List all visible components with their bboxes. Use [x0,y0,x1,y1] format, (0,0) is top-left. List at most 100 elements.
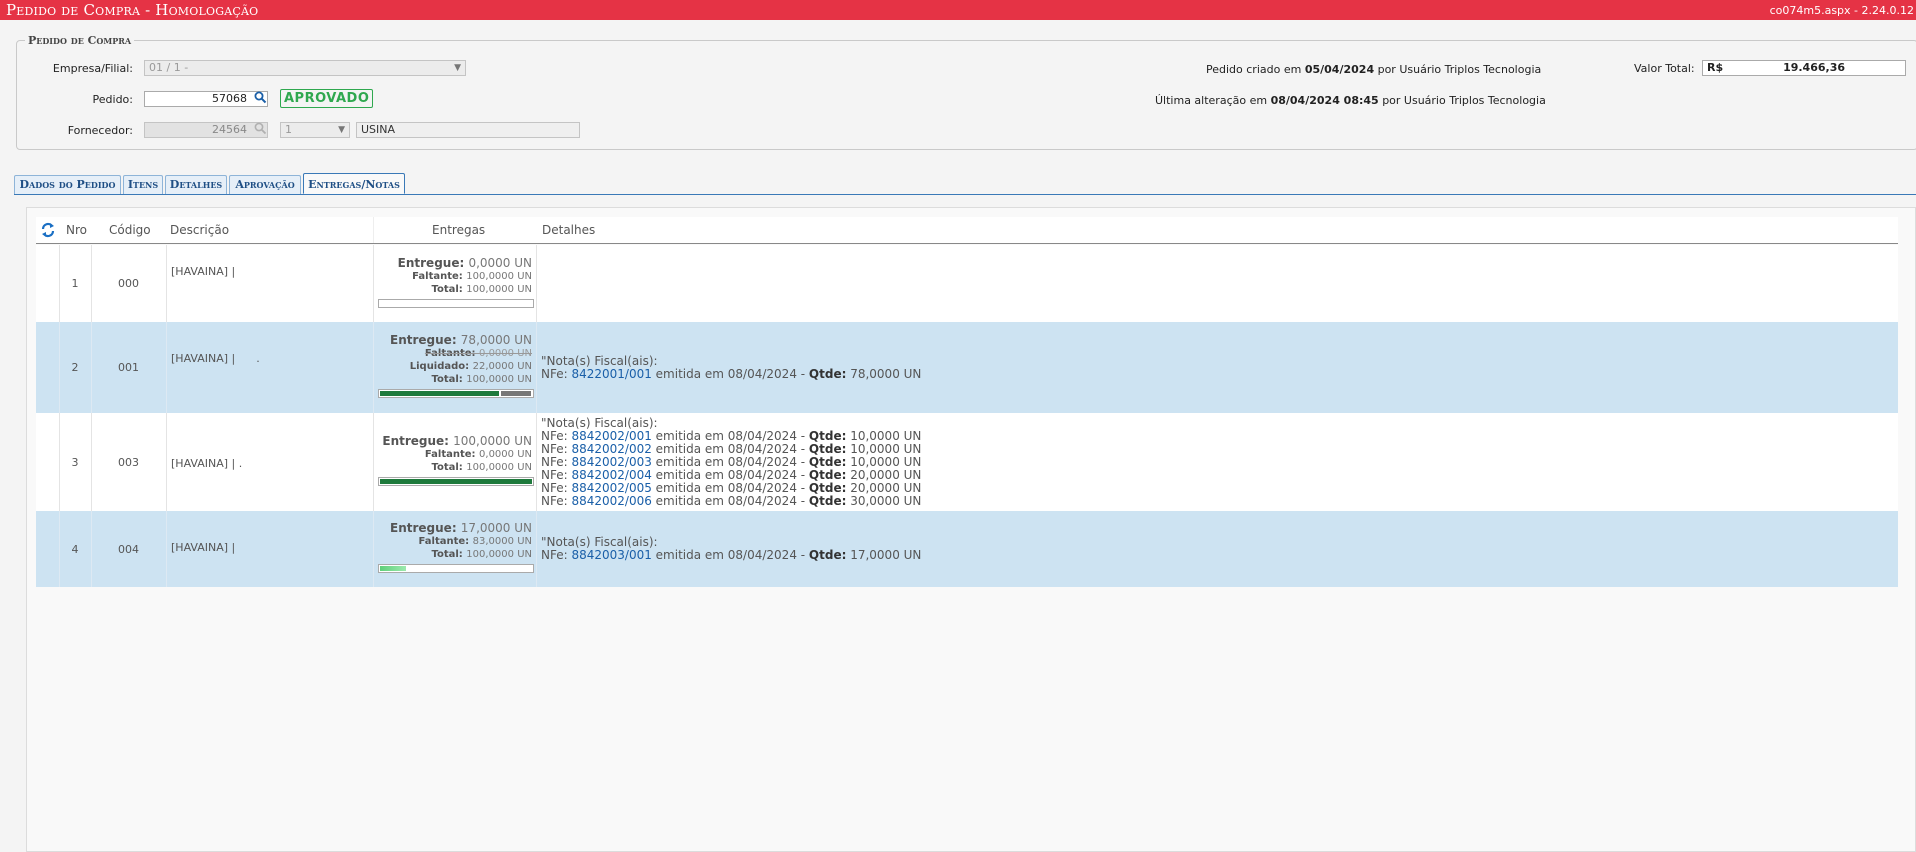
qtde-value: 10,0000 UN [846,455,922,469]
total-value: 100,0000 UN [466,549,532,560]
nfe-link[interactable]: 8842002/002 [571,442,651,456]
nfe-prefix: NFe: [541,429,572,443]
faltante-label: Faltante: [412,271,467,282]
row-descricao: [HAVAINA] | [171,541,236,554]
nfe-link[interactable]: 8842002/006 [571,494,651,508]
liquidado-fill [501,391,531,396]
nfe-prefix: NFe: [541,442,572,456]
entregue-line: Entregue: 100,0000 UN [374,435,532,448]
search-icon[interactable] [254,91,267,107]
nfe-prefix: NFe: [541,455,572,469]
column-divider [536,245,537,322]
col-nro: Nro [66,223,87,237]
faltante-value: 0,0000 UN [479,348,532,359]
faltante-value: 0,0000 UN [479,449,532,460]
fieldset-legend: Pedido de Compra [28,34,132,47]
nota-emitida: emitida em 08/04/2024 - [651,481,809,495]
created-date: 05/04/2024 [1304,63,1375,76]
row-entregas: Entregue: 17,0000 UN Faltante: 83,0000 UN… [374,511,536,587]
tab-itens[interactable]: Itens [123,175,163,194]
entregue-value: 78,0000 UN [460,333,532,347]
delivery-progress-bar [378,477,534,486]
qtde-value: 78,0000 UN [846,367,922,381]
tab-dados-do-pedido[interactable]: Dados do Pedido [14,175,121,194]
entregue-label: Entregue: [382,434,454,448]
qtde-label: Qtde: [808,548,847,562]
qtde-value: 20,0000 UN [846,481,922,495]
refresh-icon[interactable] [41,217,55,243]
entregue-value: 17,0000 UN [460,521,532,535]
faltante-label: Faltante: [424,348,480,359]
faltante-line: Faltante: 100,0000 UN [374,270,532,283]
row-detalhes: "Nota(s) Fiscal(ais): NFe: 8842002/001 em… [537,413,1837,511]
title-bar: Pedido de Compra - Homologação co074m5.a… [0,0,1916,20]
faltante-line: Faltante: 0,0000 UN [374,347,532,360]
qtde-label: Qtde: [808,429,847,443]
tab-entregas-notas[interactable]: Entregas/Notas [303,173,405,194]
nota-emitida: emitida em 08/04/2024 - [651,455,809,469]
pedido-input[interactable]: 57068 [144,91,268,107]
nfe-link[interactable]: 8842003/001 [571,548,651,562]
search-icon[interactable] [254,122,267,138]
total-line: Total: 100,0000 UN [374,283,532,296]
total-label: Total: [431,462,467,473]
chevron-down-icon: ▼ [454,63,461,73]
qtde-label: Qtde: [808,468,847,482]
nota-emitida: emitida em 08/04/2024 - [651,494,809,508]
table-row: 2 001 [HAVAINA] | . Entregue: 78,0000 UN Fal… [36,322,1898,413]
fornecedor-seq: 1 [285,123,292,136]
delivery-progress-bar [378,299,534,308]
status-badge: APROVADO [280,89,374,108]
fornecedor-name-field: USINA [356,122,580,138]
nfe-prefix: NFe: [541,468,572,482]
row-nro: 4 [71,542,79,556]
progress-fill [380,479,532,484]
nfe-link[interactable]: 8842002/003 [571,455,651,469]
nota-emitida: emitida em 08/04/2024 - [651,548,809,562]
col-detalhes: Detalhes [542,223,596,237]
column-divider [166,413,167,511]
nota-emitida: emitida em 08/04/2024 - [651,429,809,443]
nfe-link[interactable]: 8422001/001 [571,367,651,381]
nota-line: NFe: 8422001/001 emitida em 08/04/2024 -… [541,368,1837,381]
pedido-value: 57068 [212,92,247,105]
entregue-label: Entregue: [390,521,461,535]
nfe-link[interactable]: 8842002/001 [571,429,651,443]
nfe-link[interactable]: 8842002/005 [571,481,651,495]
row-entregas: Entregue: 78,0000 UN Faltante: 0,0000 UN L… [374,322,536,413]
fornecedor-seq-select[interactable]: 1 ▼ [280,122,350,138]
liquidado-label: Liquidado: [409,361,473,372]
empresa-label: Empresa/Filial: [52,62,133,75]
total-value: 100,0000 UN [466,284,532,295]
qtde-label: Qtde: [808,455,847,469]
col-codigo: Código [109,223,151,237]
grid-header: Nro Código Descrição Entregas Detalhes [36,217,1898,244]
nfe-prefix: NFe: [541,481,572,495]
delivery-progress-bar [378,564,534,573]
tab-aprovacao[interactable]: Aprovação [229,175,301,194]
fornecedor-name: USINA [361,123,396,136]
qtde-value: 10,0000 UN [846,429,922,443]
empresa-value: 01 / 1 - [149,61,189,74]
entregue-label: Entregue: [397,256,469,270]
created-info: Pedido criado em 05/04/2024 por Usuário … [1206,63,1542,76]
faltante-label: Faltante: [424,449,480,460]
valor-total-field: R$ 19.466,36 [1702,60,1906,76]
qtde-label: Qtde: [808,481,847,495]
valor-value: 19.466,36 [1783,61,1845,74]
row-descricao: [HAVAINA] | . [171,352,260,365]
fornecedor-label: Fornecedor: [67,124,133,137]
fornecedor-code-input[interactable]: 24564 [144,122,268,138]
altered-info: Última alteração em 08/04/2024 08:45 por… [1155,94,1546,107]
col-descricao: Descrição [170,223,230,237]
nfe-prefix: NFe: [541,367,572,381]
faltante-value: 83,0000 UN [472,536,532,547]
nfe-link[interactable]: 8842002/004 [571,468,651,482]
row-detalhes: "Nota(s) Fiscal(ais): NFe: 8422001/001 em… [537,322,1837,413]
tab-detalhes[interactable]: Detalhes [165,175,227,194]
nota-line: NFe: 8842003/001 emitida em 08/04/2024 -… [541,549,1837,562]
empresa-select[interactable]: 01 / 1 - ▼ [144,60,466,76]
row-entregas: Entregue: 100,0000 UN Faltante: 0,0000 UN… [374,413,536,511]
liquidado-line: Liquidado: 22,0000 UN [374,360,532,373]
qtde-value: 20,0000 UN [846,468,922,482]
